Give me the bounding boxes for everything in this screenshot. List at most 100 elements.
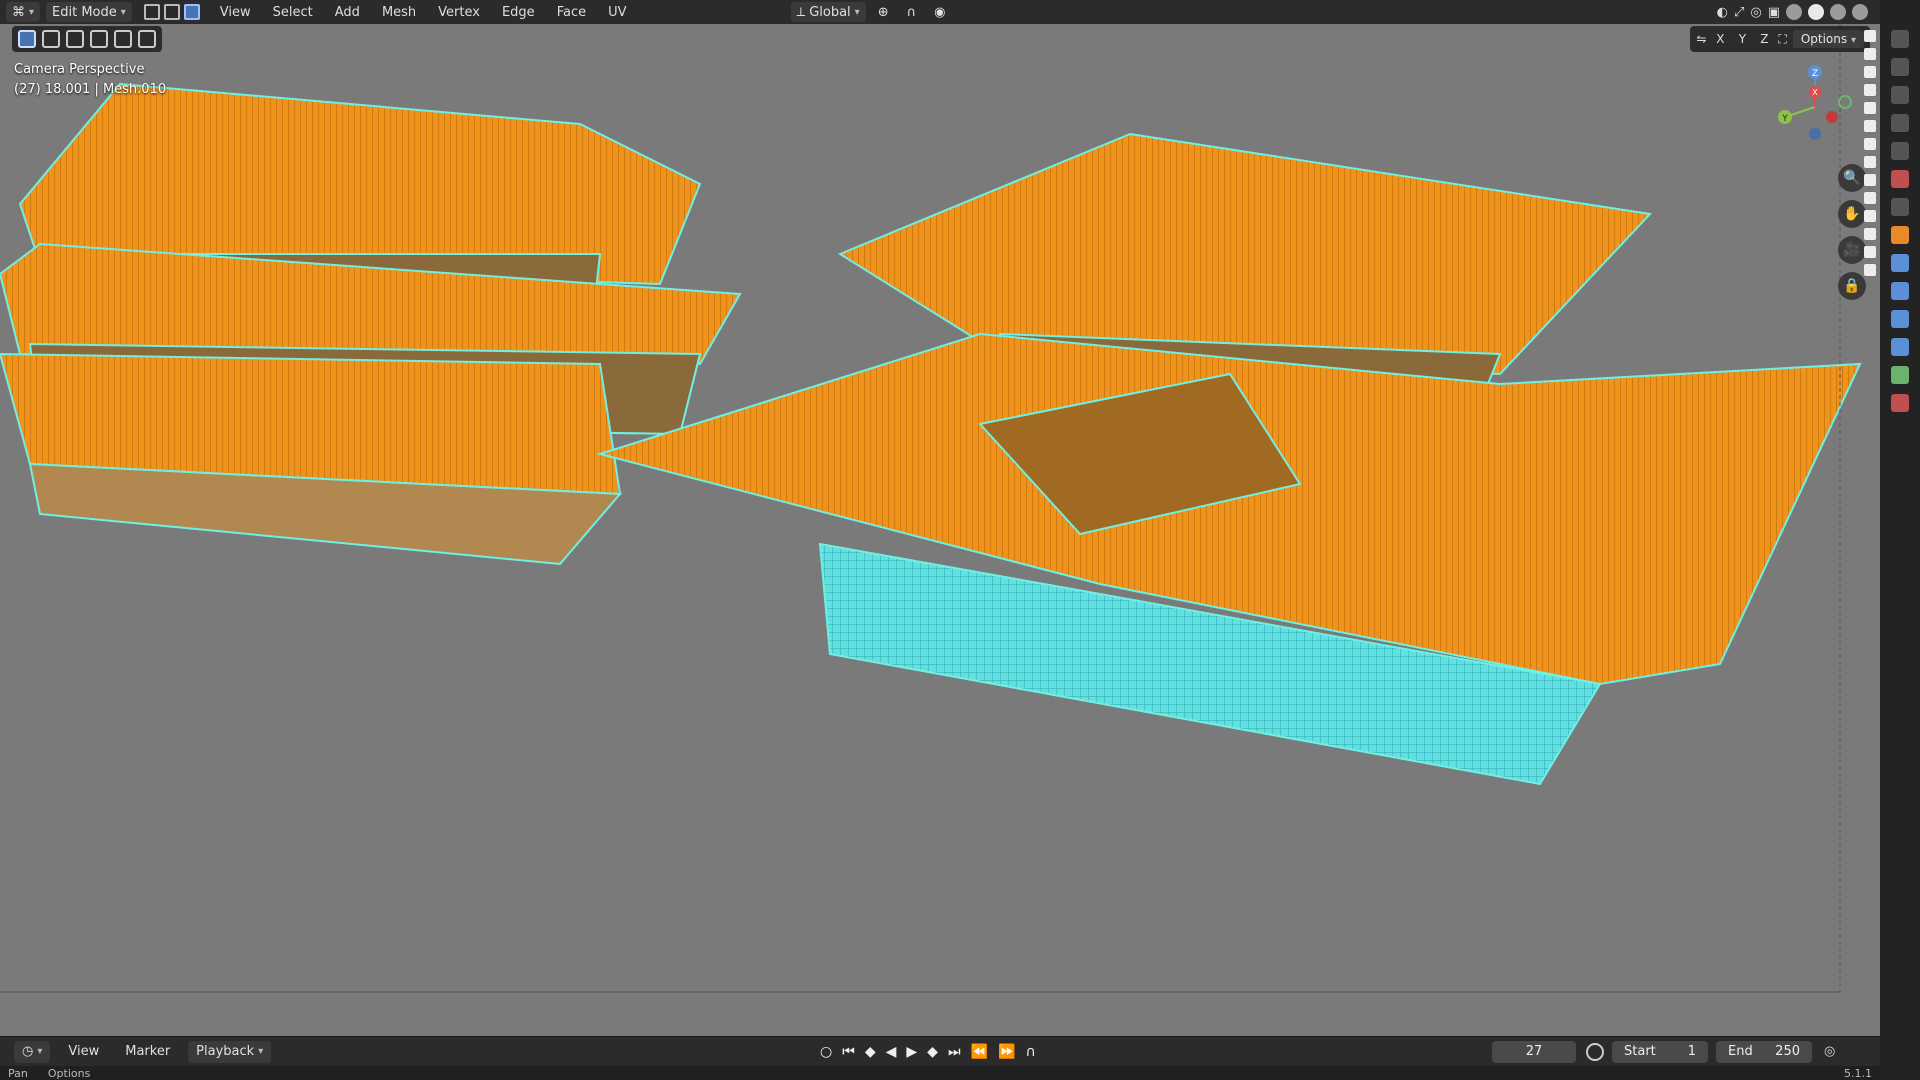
camera-restrict-icon[interactable] (1864, 192, 1876, 204)
wireframe-shading-icon[interactable] (1786, 4, 1802, 20)
play-reverse-icon[interactable]: ◀ (886, 1044, 897, 1060)
current-frame-field[interactable]: 27 (1492, 1040, 1576, 1063)
object-icon[interactable] (1891, 226, 1909, 244)
proportional-edit-button[interactable]: ◉ (928, 2, 951, 22)
chevron-down-icon: ▾ (854, 6, 860, 18)
menu-view[interactable]: View (212, 5, 259, 20)
select-box-tool-icon[interactable] (18, 30, 36, 48)
select-new-icon[interactable] (42, 30, 60, 48)
menu-edge[interactable]: Edge (494, 5, 543, 20)
render-icon[interactable] (1891, 58, 1909, 76)
mode-label: Edit Mode (52, 4, 117, 20)
transform-orientation-dropdown[interactable]: ⟂ Global ▾ (790, 2, 866, 22)
start-frame-field[interactable]: Start 1 (1612, 1040, 1708, 1063)
menu-select[interactable]: Select (265, 5, 321, 20)
menu-uv[interactable]: UV (600, 5, 634, 20)
timeline-menu-marker[interactable]: Marker (117, 1041, 178, 1063)
xray-icon[interactable]: ▣ (1768, 5, 1780, 20)
solid-shading-icon[interactable] (1808, 4, 1824, 20)
playback-dropdown[interactable]: Playback ▾ (188, 1040, 272, 1063)
material-shading-icon[interactable] (1830, 4, 1846, 20)
camera-restrict-icon[interactable] (1864, 138, 1876, 150)
record-icon[interactable]: ○ (820, 1044, 832, 1060)
3d-viewport[interactable]: Camera Perspective (27) 18.001 | Mesh.01… (0, 24, 1880, 1036)
collection-icon[interactable] (1891, 198, 1909, 216)
rendered-shading-icon[interactable] (1852, 4, 1868, 20)
restrict-columns (1860, 24, 1880, 344)
menu-mesh[interactable]: Mesh (374, 5, 424, 20)
face-select-icon[interactable] (183, 4, 200, 20)
mesh-data-icon[interactable] (1891, 366, 1909, 384)
auto-merge-icon[interactable]: ⛶ (1778, 32, 1786, 47)
particles-icon[interactable] (1891, 282, 1909, 300)
mode-dropdown[interactable]: Edit Mode ▾ (46, 2, 132, 22)
neg-z-handle[interactable] (1809, 128, 1821, 140)
camera-restrict-icon[interactable] (1864, 120, 1876, 132)
jump-end-icon[interactable]: ⏭ (948, 1044, 961, 1060)
camera-restrict-icon[interactable] (1864, 246, 1876, 258)
camera-restrict-icon[interactable] (1864, 264, 1876, 276)
menu-vertex[interactable]: Vertex (430, 5, 488, 20)
overlay-toggle-icon[interactable]: ◎ (1750, 5, 1761, 20)
next-marker-icon[interactable]: ⏩ (998, 1044, 1015, 1060)
axis-x-toggle[interactable]: X (1712, 32, 1728, 46)
next-keyframe-icon[interactable]: ◆ (927, 1044, 938, 1060)
scene-icon[interactable] (1891, 142, 1909, 160)
timeline-header: ◷ ▾ View Marker Playback ▾ ○ ⏮ ◆ ◀ ▶ ◆ ⏭ … (0, 1036, 1880, 1066)
select-intersect-icon[interactable] (138, 30, 156, 48)
select-extend-icon[interactable] (66, 30, 84, 48)
editor-type-button[interactable]: ⌘ ▾ (6, 2, 41, 22)
end-frame-field[interactable]: End 250 (1716, 1040, 1812, 1063)
camera-restrict-icon[interactable] (1864, 102, 1876, 114)
physics-icon[interactable] (1891, 310, 1909, 328)
camera-restrict-icon[interactable] (1864, 174, 1876, 186)
sync-icon[interactable]: ◎ (1824, 1044, 1835, 1059)
visibility-icon[interactable]: ◐ (1717, 5, 1728, 20)
camera-restrict-icon[interactable] (1864, 228, 1876, 240)
material-icon[interactable] (1891, 394, 1909, 412)
play-icon[interactable]: ▶ (906, 1044, 917, 1060)
transport-controls: ○ ⏮ ◆ ◀ ▶ ◆ ⏭ ⏪ ⏩ ∩ (820, 1044, 1036, 1060)
prev-keyframe-icon[interactable]: ◆ (865, 1044, 876, 1060)
tool-settings-icon[interactable] (1891, 30, 1909, 48)
editor-type-icon: ⌘ (12, 4, 25, 20)
vertex-select-icon[interactable] (143, 4, 160, 20)
mirror-icon: ⇋ (1696, 32, 1707, 46)
select-invert-icon[interactable] (114, 30, 132, 48)
preview-range-icon[interactable] (1586, 1042, 1604, 1061)
timeline-editor-type[interactable]: ◷ ▾ (14, 1040, 51, 1063)
pivot-button[interactable]: ⊕ (872, 2, 895, 22)
prev-marker-icon[interactable]: ⏪ (971, 1044, 988, 1060)
select-subtract-icon[interactable] (90, 30, 108, 48)
view-layer-icon[interactable] (1891, 114, 1909, 132)
axis-y-toggle[interactable]: Y (1734, 32, 1750, 46)
gizmo-toggle-icon[interactable]: ⤢ (1734, 5, 1744, 20)
world-icon[interactable] (1891, 170, 1909, 188)
constraints-icon[interactable] (1891, 338, 1909, 356)
neg-y-handle[interactable] (1838, 95, 1852, 109)
orientation-icon: ⟂ (796, 4, 806, 20)
edge-select-icon[interactable] (163, 4, 180, 20)
camera-restrict-icon[interactable] (1864, 84, 1876, 96)
camera-restrict-icon[interactable] (1864, 30, 1876, 42)
timeline-menu-view[interactable]: View (60, 1041, 107, 1063)
orientation-label: Global (809, 4, 851, 20)
modifier-icon[interactable] (1891, 254, 1909, 272)
proportional-icon: ◉ (934, 4, 946, 20)
navigation-gizmo[interactable]: Z Y X (1770, 62, 1860, 152)
status-bar: Pan Options 5.1.1 (0, 1066, 1880, 1080)
auto-key-icon[interactable]: ∩ (1025, 1044, 1035, 1060)
axis-z-toggle[interactable]: Z (1756, 32, 1772, 46)
options-dropdown[interactable]: Options ▾ (1792, 30, 1864, 48)
camera-restrict-icon[interactable] (1864, 66, 1876, 78)
camera-restrict-icon[interactable] (1864, 210, 1876, 222)
camera-restrict-icon[interactable] (1864, 48, 1876, 60)
menu-add[interactable]: Add (327, 5, 368, 20)
snap-button[interactable]: ∩ (901, 2, 923, 22)
output-icon[interactable] (1891, 86, 1909, 104)
jump-start-icon[interactable]: ⏮ (842, 1044, 855, 1060)
neg-x-handle[interactable] (1826, 111, 1838, 123)
camera-restrict-icon[interactable] (1864, 156, 1876, 168)
chevron-down-icon: ▾ (120, 6, 126, 18)
menu-face[interactable]: Face (549, 5, 594, 20)
